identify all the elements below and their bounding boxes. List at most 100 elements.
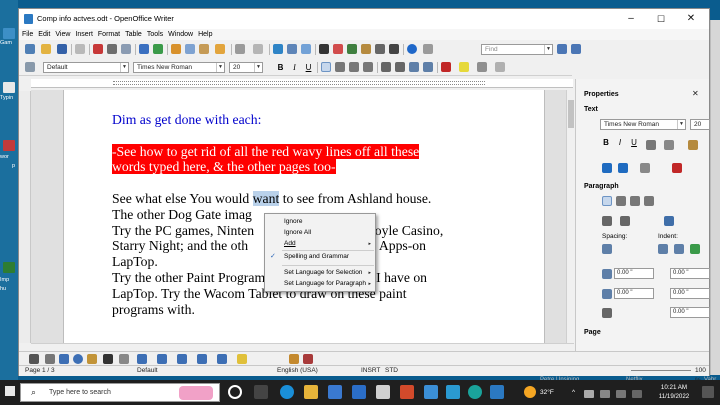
find-dropdown-icon[interactable]: ▼ <box>544 45 552 54</box>
horizontal-scrollbar[interactable] <box>31 343 574 351</box>
mail-icon[interactable] <box>352 385 366 399</box>
align-center-icon[interactable] <box>335 62 345 72</box>
bold-button[interactable]: B <box>275 62 286 73</box>
zoom-icon[interactable] <box>389 44 399 54</box>
sidebar-align-right-icon[interactable] <box>630 196 640 206</box>
font-shrink-icon[interactable] <box>618 163 628 173</box>
cut-icon[interactable] <box>171 44 181 54</box>
desktop-icon[interactable] <box>3 140 15 151</box>
superscript-icon[interactable] <box>688 140 698 150</box>
scrollbar-thumb[interactable] <box>568 100 574 128</box>
insert-mode-status[interactable]: INSRT <box>361 366 380 376</box>
close-button[interactable]: ✕ <box>676 11 706 27</box>
red-highlight-line[interactable]: words typed here, & the other pages too- <box>112 159 336 175</box>
sidebar-bullets-icon[interactable] <box>602 216 612 226</box>
stars-icon[interactable] <box>237 354 247 364</box>
menu-window[interactable]: Window <box>168 29 193 40</box>
background-color-icon[interactable] <box>477 62 487 72</box>
above-spacing-input[interactable]: 0.00 " <box>614 268 654 279</box>
page-style-status[interactable]: Default <box>137 366 158 376</box>
ellipse-icon[interactable] <box>73 354 83 364</box>
strikethrough-icon[interactable] <box>646 140 656 150</box>
menu-tools[interactable]: Tools <box>147 29 163 40</box>
app-icon[interactable] <box>376 385 390 399</box>
page-section-header[interactable]: Page <box>584 329 601 336</box>
text-section-header[interactable]: Text <box>584 106 598 113</box>
taskbar-search-box[interactable]: ⌕ Type here to search <box>20 383 220 402</box>
menu-view[interactable]: View <box>55 29 70 40</box>
autospell-icon[interactable] <box>153 44 163 54</box>
doc-line[interactable]: See what else You would <box>112 191 253 206</box>
close-icon[interactable]: ✕ <box>692 89 699 98</box>
menu-file[interactable]: File <box>22 29 33 40</box>
volume-icon[interactable] <box>632 390 642 398</box>
increase-indent-icon[interactable] <box>658 244 668 254</box>
gallery-icon[interactable] <box>347 44 357 54</box>
minimize-button[interactable]: – <box>616 11 646 27</box>
menu-insert[interactable]: Insert <box>75 29 93 40</box>
below-spacing-input[interactable]: 0.00 " <box>614 288 654 299</box>
after-indent-input[interactable]: 0.00 " <box>670 288 710 299</box>
print-icon[interactable] <box>107 44 117 54</box>
cortana-icon[interactable] <box>228 385 242 399</box>
open-icon[interactable] <box>41 44 51 54</box>
store-icon[interactable] <box>328 385 342 399</box>
save-icon[interactable] <box>57 44 67 54</box>
text-icon[interactable] <box>103 354 113 364</box>
paste-icon[interactable] <box>199 44 209 54</box>
font-size-select[interactable]: 20 ▼ <box>229 62 263 73</box>
shadow-icon[interactable] <box>664 140 674 150</box>
desktop-icon[interactable] <box>3 82 15 93</box>
set-language-paragraph-item[interactable]: Set Language for Paragraph <box>284 280 366 287</box>
highlight-icon[interactable] <box>459 62 469 72</box>
add-menu-item[interactable]: Add <box>284 240 296 247</box>
find-previous-icon[interactable] <box>571 44 581 54</box>
char-spacing-icon[interactable] <box>640 163 650 173</box>
wifi-icon[interactable] <box>616 390 626 398</box>
font-name-select[interactable]: Times New Roman ▼ <box>133 62 225 73</box>
doc-line[interactable]: Starry Night; and the oth <box>112 238 248 253</box>
doc-line[interactable]: Try the PC games, Ninten <box>112 223 254 238</box>
app-icon[interactable] <box>400 385 414 399</box>
before-indent-input[interactable]: 0.00 " <box>670 268 710 279</box>
numbering-icon[interactable] <box>381 62 391 72</box>
menu-edit[interactable]: Edit <box>38 29 50 40</box>
sidebar-size-select[interactable]: 20 <box>690 119 710 130</box>
select-icon[interactable] <box>29 354 39 364</box>
desktop-icon[interactable] <box>3 28 15 39</box>
export-pdf-icon[interactable] <box>93 44 103 54</box>
styles-icon[interactable] <box>25 62 35 72</box>
spelling-grammar-menu-item[interactable]: Spelling and Grammar <box>284 253 349 260</box>
toolbar-options-icon[interactable] <box>423 44 433 54</box>
app-icon[interactable] <box>468 385 482 399</box>
tray-chevron-icon[interactable]: ^ <box>572 389 575 396</box>
sidebar-font-select[interactable]: Times New Roman ▼ <box>600 119 686 130</box>
notifications-icon[interactable] <box>702 386 714 398</box>
vertical-scrollbar[interactable] <box>566 90 574 343</box>
file-explorer-icon[interactable] <box>304 385 318 399</box>
vertical-ruler[interactable] <box>19 91 31 343</box>
network-icon[interactable] <box>584 390 594 398</box>
sidebar-align-left-icon[interactable] <box>602 196 612 206</box>
sidebar-italic-button[interactable]: I <box>614 137 626 148</box>
datasources-icon[interactable] <box>361 44 371 54</box>
font-color-icon[interactable] <box>441 62 451 72</box>
title-bar[interactable]: Comp info actves.odt - OpenOffice Writer… <box>19 9 709 29</box>
writer-taskbar-icon[interactable] <box>490 385 504 399</box>
from-file-icon[interactable] <box>289 354 299 364</box>
undo-icon[interactable] <box>235 44 245 54</box>
show-draw-icon[interactable] <box>301 44 311 54</box>
toolbar-options-icon[interactable] <box>495 62 505 72</box>
horizontal-ruler[interactable] <box>31 79 573 88</box>
edge-icon[interactable] <box>280 385 294 399</box>
selected-word[interactable]: want <box>252 190 280 206</box>
help-icon[interactable] <box>407 44 417 54</box>
paragraph-bg-icon[interactable] <box>664 216 674 226</box>
new-icon[interactable] <box>25 44 35 54</box>
hanging-indent-icon[interactable] <box>690 244 700 254</box>
ignore-menu-item[interactable]: Ignore <box>284 218 302 225</box>
font-grow-icon[interactable] <box>602 163 612 173</box>
weather-icon[interactable] <box>524 386 536 398</box>
weather-temp[interactable]: 32°F <box>540 389 554 396</box>
doc-line[interactable]: to see from Ashland house. <box>279 191 432 206</box>
